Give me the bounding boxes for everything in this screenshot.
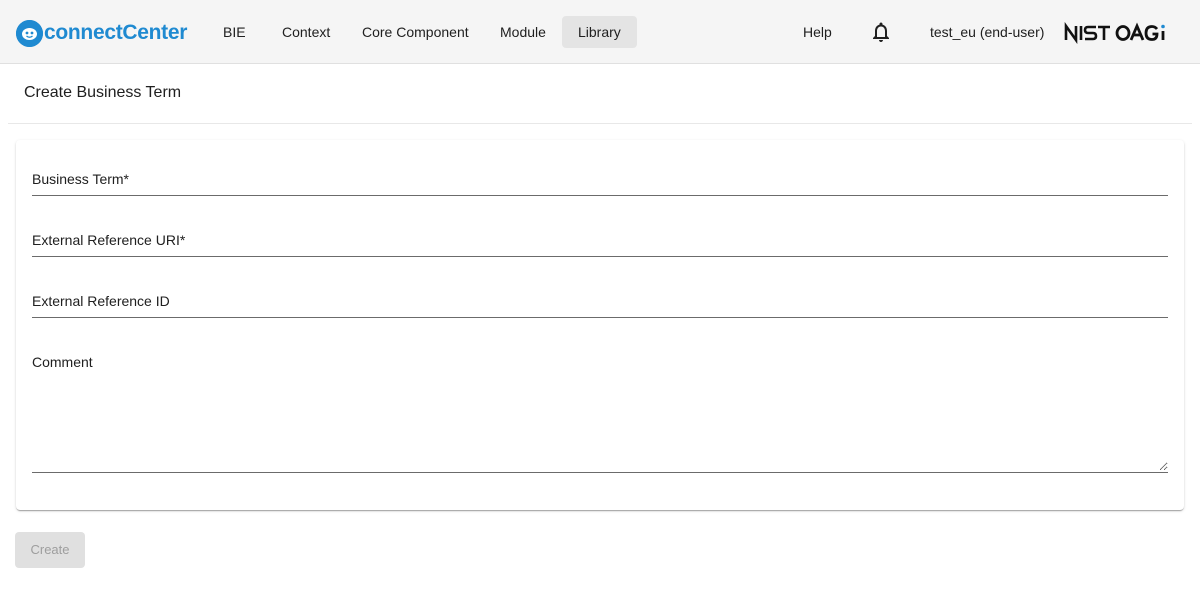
user-menu[interactable]: test_eu (end-user) — [914, 16, 1060, 48]
header-divider — [8, 123, 1192, 124]
logo-text: connectCenter — [44, 21, 188, 44]
nav-help[interactable]: Help — [787, 16, 848, 48]
connect-center-logo[interactable]: connectCenter — [16, 19, 187, 47]
business-term-form: Business Term* External Reference URI* E… — [16, 140, 1184, 510]
logo-face-icon — [16, 19, 43, 47]
comment-field: Comment — [32, 351, 1168, 473]
nav-core-component[interactable]: Core Component — [346, 16, 485, 48]
business-term-field: Business Term* — [32, 168, 1168, 196]
page-title: Create Business Term — [24, 84, 182, 101]
nav-context[interactable]: Context — [266, 16, 346, 48]
external-reference-id-field: External Reference ID — [32, 290, 1168, 318]
external-reference-uri-input[interactable] — [32, 229, 1168, 257]
create-button[interactable]: Create — [15, 532, 85, 568]
external-reference-id-input[interactable] — [32, 290, 1168, 318]
top-toolbar: connectCenter BIE Context Core Component… — [0, 0, 1200, 64]
external-reference-uri-field: External Reference URI* — [32, 229, 1168, 257]
business-term-input[interactable] — [32, 168, 1168, 196]
bell-icon[interactable] — [869, 20, 893, 44]
nav-bie[interactable]: BIE — [207, 16, 262, 48]
comment-textarea[interactable] — [32, 373, 1168, 471]
nav-module[interactable]: Module — [484, 16, 562, 48]
comment-label: Comment — [32, 354, 93, 370]
nav-library[interactable]: Library — [562, 16, 637, 48]
nist-oagi-logo — [1064, 21, 1178, 45]
